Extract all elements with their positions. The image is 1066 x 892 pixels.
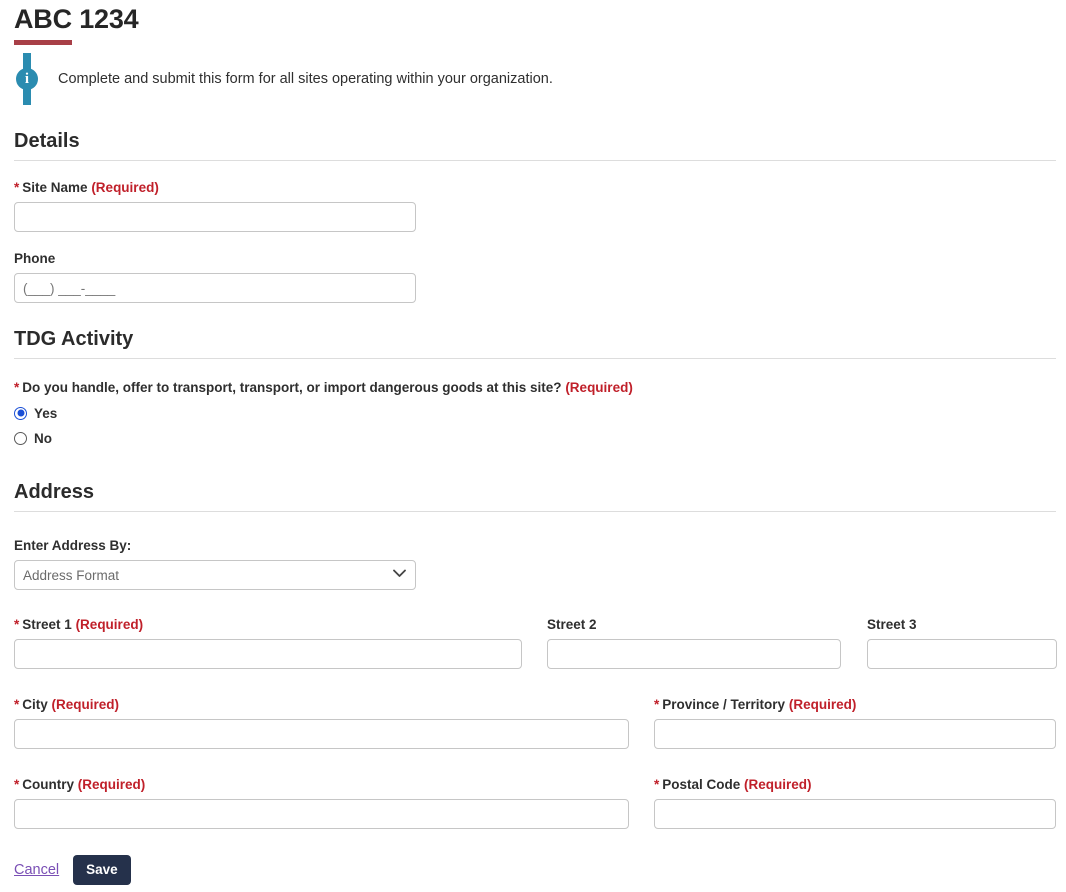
- street1-label: * Street 1 (Required): [14, 616, 522, 634]
- details-heading: Details: [14, 130, 80, 152]
- phone-field: Phone: [14, 250, 1056, 303]
- province-field: * Province / Territory (Required): [654, 696, 1056, 749]
- postal-code-label: * Postal Code (Required): [654, 776, 1056, 794]
- details-divider: [14, 160, 1056, 161]
- tdg-activity-section: TDG Activity * Do you handle, offer to tr…: [14, 327, 1056, 447]
- country-label: * Country (Required): [14, 776, 629, 794]
- country-required-text: (Required): [77, 777, 146, 792]
- street1-required-text: (Required): [75, 617, 144, 632]
- tdg-option-no[interactable]: No: [14, 429, 1056, 447]
- info-circle-icon: i: [16, 68, 38, 90]
- form-actions: Cancel Save: [14, 855, 131, 885]
- required-star: *: [654, 697, 660, 712]
- country-label-text: Country: [22, 777, 75, 792]
- site-name-label-text: Site Name: [22, 180, 88, 195]
- phone-label: Phone: [14, 251, 56, 266]
- address-format-label: Enter Address By:: [14, 538, 132, 553]
- info-marker: i: [14, 53, 40, 105]
- country-postal-row: * Country (Required) * Postal Code (Requir…: [14, 776, 1056, 830]
- city-province-row: * City (Required) * Province / Territory (…: [14, 696, 1056, 750]
- radio-no-label: No: [34, 430, 52, 446]
- tdg-option-yes[interactable]: Yes: [14, 404, 1056, 422]
- tdg-question-label: * Do you handle, offer to transport, tran…: [14, 379, 1056, 397]
- title-accent-rule: [14, 40, 72, 45]
- street2-input[interactable]: [547, 639, 841, 669]
- cancel-button[interactable]: Cancel: [14, 861, 59, 879]
- address-format-select-wrap: Address Format: [14, 560, 416, 590]
- info-banner: i Complete and submit this form for all …: [14, 53, 1056, 105]
- tdg-activity-heading: TDG Activity: [14, 328, 134, 350]
- tdg-question-text: Do you handle, offer to transport, trans…: [22, 380, 562, 395]
- tdg-required-text: (Required): [565, 380, 633, 395]
- street2-label: Street 2: [547, 617, 597, 632]
- city-input[interactable]: [14, 719, 629, 749]
- phone-input[interactable]: [14, 273, 416, 303]
- radio-no-icon[interactable]: [14, 431, 27, 445]
- city-field: * City (Required): [14, 696, 629, 749]
- save-button[interactable]: Save: [73, 855, 131, 885]
- province-label-text: Province / Territory: [662, 697, 786, 712]
- address-section: Address Enter Address By: Address Format…: [14, 480, 1057, 830]
- country-field: * Country (Required): [14, 776, 629, 829]
- site-name-required-text: (Required): [91, 180, 159, 195]
- street1-input[interactable]: [14, 639, 522, 669]
- site-name-label: * Site Name (Required): [14, 179, 1056, 197]
- details-section: Details * Site Name (Required) Phone: [14, 129, 1056, 303]
- required-star: *: [654, 777, 660, 792]
- province-label: * Province / Territory (Required): [654, 696, 1056, 714]
- street3-input[interactable]: [867, 639, 1057, 669]
- country-input[interactable]: [14, 799, 629, 829]
- required-star: *: [14, 617, 20, 632]
- city-required-text: (Required): [51, 697, 120, 712]
- postal-code-label-text: Postal Code: [662, 777, 741, 792]
- street3-label: Street 3: [867, 617, 917, 632]
- address-format-field: Enter Address By: Address Format: [14, 537, 1056, 590]
- province-input[interactable]: [654, 719, 1056, 749]
- info-banner-text: Complete and submit this form for all si…: [58, 71, 553, 87]
- street3-field: Street 3: [867, 616, 1057, 669]
- radio-yes-icon[interactable]: [14, 406, 27, 420]
- street1-field: * Street 1 (Required): [14, 616, 522, 669]
- tdg-activity-divider: [14, 358, 1056, 359]
- address-heading: Address: [14, 481, 95, 503]
- street2-field: Street 2: [547, 616, 841, 669]
- site-name-input[interactable]: [14, 202, 416, 232]
- address-format-select[interactable]: Address Format: [14, 560, 416, 590]
- postal-code-field: * Postal Code (Required): [654, 776, 1056, 829]
- street1-label-text: Street 1: [22, 617, 72, 632]
- required-star: *: [14, 180, 20, 195]
- radio-yes-label: Yes: [34, 405, 58, 421]
- required-star: *: [14, 777, 20, 792]
- site-form-page: ABC 1234 i Complete and submit this form…: [0, 0, 1066, 892]
- required-star: *: [14, 380, 20, 395]
- required-star: *: [14, 697, 20, 712]
- province-required-text: (Required): [788, 697, 857, 712]
- city-label: * City (Required): [14, 696, 629, 714]
- postal-code-required-text: (Required): [744, 777, 812, 792]
- page-title: ABC 1234: [14, 4, 139, 34]
- postal-code-input[interactable]: [654, 799, 1056, 829]
- street-row: * Street 1 (Required) Street 2 Street 3: [14, 616, 1057, 670]
- city-label-text: City: [22, 697, 48, 712]
- site-name-field: * Site Name (Required): [14, 179, 1056, 232]
- address-divider: [14, 511, 1056, 512]
